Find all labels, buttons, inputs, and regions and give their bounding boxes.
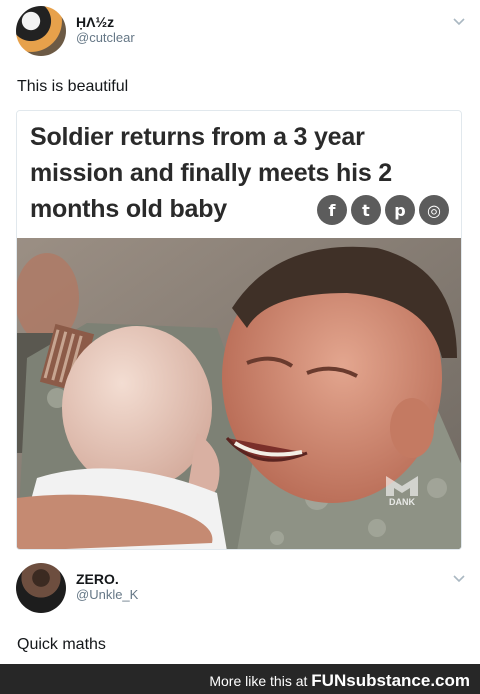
site-footer: More like this at FUNsubstance.com — [0, 664, 480, 694]
twitter-icon[interactable]: t — [351, 195, 381, 225]
article-photo: DANK — [17, 238, 461, 549]
social-share-icons: f t p ◎ — [317, 195, 449, 225]
tweet-header-top: ḤΛ½z @cutclear — [16, 6, 466, 56]
tweet-text: This is beautiful — [17, 78, 129, 95]
article-card[interactable]: Soldier returns from a 3 year mission an… — [16, 110, 462, 550]
display-name[interactable]: ḤΛ½z — [76, 14, 114, 30]
avatar[interactable] — [16, 6, 66, 56]
instagram-icon[interactable]: ◎ — [419, 195, 449, 225]
display-name[interactable]: ZERO. — [76, 571, 119, 587]
user-handle[interactable]: @cutclear — [76, 30, 135, 45]
chevron-down-icon[interactable] — [452, 14, 466, 28]
footer-prefix: More like this at — [209, 673, 308, 689]
facebook-icon[interactable]: f — [317, 195, 347, 225]
avatar[interactable] — [16, 563, 66, 613]
tweet-text: Quick maths — [17, 636, 106, 653]
footer-brand[interactable]: FUNsubstance.com — [311, 671, 470, 690]
headline-banner: Soldier returns from a 3 year mission an… — [17, 111, 461, 238]
tweet-header-bottom: ZERO. @Unkle_K — [16, 563, 466, 613]
footer-link[interactable]: More like this at FUNsubstance.com — [209, 671, 470, 691]
chevron-down-icon[interactable] — [452, 571, 466, 585]
dank-watermark: DANK — [382, 474, 422, 520]
pinterest-icon[interactable]: p — [385, 195, 415, 225]
user-handle[interactable]: @Unkle_K — [76, 587, 138, 602]
